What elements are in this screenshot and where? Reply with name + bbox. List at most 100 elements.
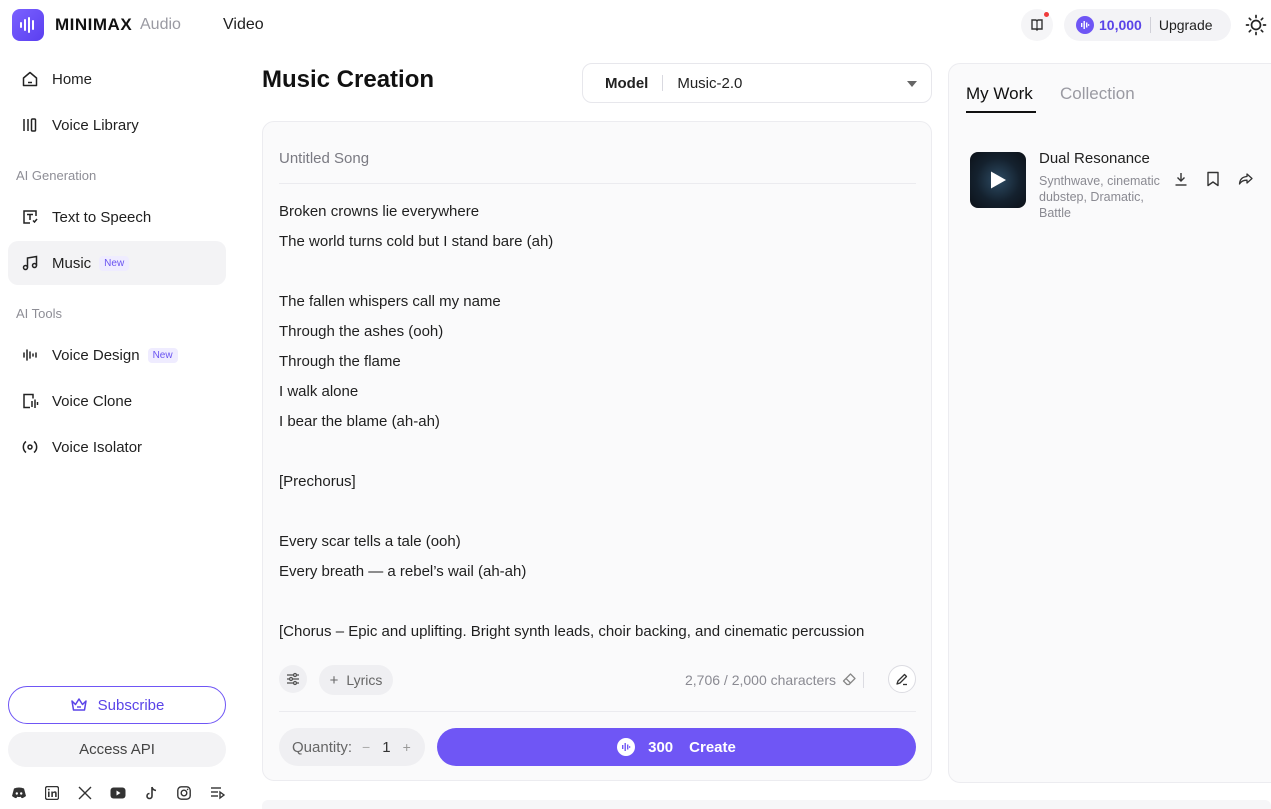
- youtube-icon[interactable]: [109, 785, 126, 802]
- voice-clone-icon: [20, 391, 40, 411]
- share-icon[interactable]: [1236, 170, 1254, 188]
- eraser-icon[interactable]: [842, 672, 858, 688]
- quantity-increment-button[interactable]: +: [403, 739, 411, 755]
- nav-audio[interactable]: Audio: [140, 16, 181, 34]
- divider: [1149, 17, 1151, 33]
- sidebar-item-label: Home: [52, 70, 93, 88]
- music-note-icon: [20, 253, 40, 273]
- page-title: Music Creation: [262, 66, 435, 93]
- sidebar-item-text-to-speech[interactable]: Text to Speech: [8, 195, 226, 239]
- top-bar: MINIMAX Audio Video 10,000 Upgrade: [0, 0, 1271, 50]
- download-icon[interactable]: [1172, 170, 1190, 188]
- lyric-line: Every scar tells a tale (ooh): [279, 533, 461, 550]
- sidebar-item-label: Music: [52, 254, 92, 272]
- sidebar-item-label: Voice Library: [52, 116, 139, 134]
- character-count: 2,706 / 2,000 characters: [685, 672, 836, 688]
- track-title: Dual Resonance: [1039, 150, 1150, 167]
- text-to-speech-icon: [20, 207, 40, 227]
- sidebar-item-music[interactable]: Music New: [8, 241, 226, 285]
- lyric-line: [Chorus – Epic and uplifting. Bright syn…: [279, 623, 865, 640]
- sidebar-item-voice-design[interactable]: Voice Design New: [8, 333, 226, 377]
- lyric-line: I bear the blame (ah-ah): [279, 413, 440, 430]
- bookmark-icon[interactable]: [1204, 170, 1222, 188]
- lyric-line: The fallen whispers call my name: [279, 293, 501, 310]
- credits-count: 10,000: [1099, 17, 1142, 33]
- lyrics-button-label: Lyrics: [346, 672, 383, 688]
- lyrics-editor-card: Untitled Song Broken crowns lie everywhe…: [262, 121, 932, 781]
- model-value: Music-2.0: [677, 74, 743, 92]
- bottom-panel-edge: [262, 800, 1271, 809]
- track-cover[interactable]: [970, 152, 1026, 208]
- create-cost: 300: [648, 738, 674, 756]
- editor-toolbar: + Lyrics 2,706 / 2,000 characters: [279, 665, 916, 695]
- add-lyrics-button[interactable]: + Lyrics: [319, 665, 393, 695]
- sidebar-item-voice-isolator[interactable]: Voice Isolator: [8, 425, 226, 469]
- model-label: Model: [605, 74, 649, 92]
- sidebar-item-label: Voice Clone: [52, 392, 133, 410]
- sun-icon[interactable]: [1245, 14, 1267, 36]
- divider: [279, 711, 916, 712]
- linkedin-icon[interactable]: [43, 785, 60, 802]
- credits-icon: [617, 738, 636, 756]
- lyric-line: I walk alone: [279, 383, 359, 400]
- settings-button[interactable]: [279, 665, 307, 693]
- crown-icon: [70, 698, 87, 711]
- instagram-icon[interactable]: [176, 785, 193, 802]
- lyric-line: [279, 500, 916, 530]
- ai-write-button[interactable]: [888, 665, 916, 693]
- quantity-stepper: Quantity: − 1 +: [279, 728, 425, 766]
- create-label: Create: [689, 738, 736, 756]
- logo-icon[interactable]: [12, 9, 44, 41]
- lyric-line: Broken crowns lie everywhere: [279, 203, 480, 220]
- voice-design-icon: [20, 345, 40, 365]
- sidebar-item-home[interactable]: Home: [8, 57, 226, 101]
- new-badge: New: [147, 347, 178, 363]
- lyric-line: Through the ashes (ooh): [279, 323, 444, 340]
- song-title-input[interactable]: Untitled Song: [279, 150, 916, 184]
- home-icon: [20, 69, 40, 89]
- logo-text[interactable]: MINIMAX: [55, 15, 132, 35]
- quantity-label: Quantity:: [292, 738, 353, 756]
- plus-icon: +: [329, 671, 339, 689]
- sidebar-item-label: Text to Speech: [52, 208, 152, 226]
- pen-icon: [896, 673, 908, 686]
- section-ai-generation: AI Generation: [16, 168, 97, 183]
- lyric-line: Every breath — a rebel’s wail (ah-ah): [279, 563, 527, 580]
- track-tags: Synthwave, cinematic dubstep, Dramatic, …: [1039, 174, 1160, 220]
- sidebar-item-voice-library[interactable]: Voice Library: [8, 103, 226, 147]
- blog-icon[interactable]: [209, 785, 226, 802]
- sidebar-item-voice-clone[interactable]: Voice Clone: [8, 379, 226, 423]
- credits-pill[interactable]: 10,000 Upgrade: [1064, 9, 1231, 41]
- voice-isolator-icon: [20, 437, 40, 457]
- x-icon[interactable]: [76, 785, 93, 802]
- social-links: [10, 784, 226, 802]
- active-tab-indicator: [966, 111, 1036, 113]
- upgrade-button[interactable]: Upgrade: [1159, 17, 1213, 33]
- book-icon: [1031, 19, 1043, 31]
- lyrics-textarea[interactable]: Broken crowns lie everywhere The world t…: [279, 200, 916, 648]
- new-badge: New: [99, 255, 130, 271]
- sidebar-item-label: Voice Design: [52, 346, 140, 364]
- subscribe-button[interactable]: Subscribe: [8, 686, 226, 724]
- nav-video[interactable]: Video: [223, 16, 264, 34]
- lyric-line: [279, 260, 916, 290]
- tiktok-icon[interactable]: [143, 785, 160, 802]
- lyric-line: [279, 590, 916, 620]
- quantity-decrement-button[interactable]: −: [362, 739, 370, 755]
- notifications-button[interactable]: [1021, 9, 1053, 41]
- sidebar: Home Voice Library AI Generation Text to…: [0, 50, 240, 809]
- chevron-down-icon: [907, 81, 917, 87]
- create-button[interactable]: 300 Create: [437, 728, 916, 766]
- discord-icon[interactable]: [10, 785, 27, 802]
- section-ai-tools: AI Tools: [16, 306, 63, 321]
- sidebar-item-label: Voice Isolator: [52, 438, 143, 456]
- model-select[interactable]: Model Music-2.0: [582, 63, 932, 103]
- tab-collection[interactable]: Collection: [1060, 84, 1135, 104]
- access-api-button[interactable]: Access API: [8, 732, 226, 767]
- works-panel: My Work Collection Dual Resonance Synthw…: [948, 63, 1271, 783]
- lyric-line: The world turns cold but I stand bare (a…: [279, 233, 554, 250]
- lyric-line: Through the flame: [279, 353, 401, 370]
- track-item[interactable]: Dual Resonance Synthwave, cinematic dubs…: [970, 150, 1270, 220]
- divider: [662, 75, 664, 91]
- tab-my-work[interactable]: My Work: [966, 84, 1033, 104]
